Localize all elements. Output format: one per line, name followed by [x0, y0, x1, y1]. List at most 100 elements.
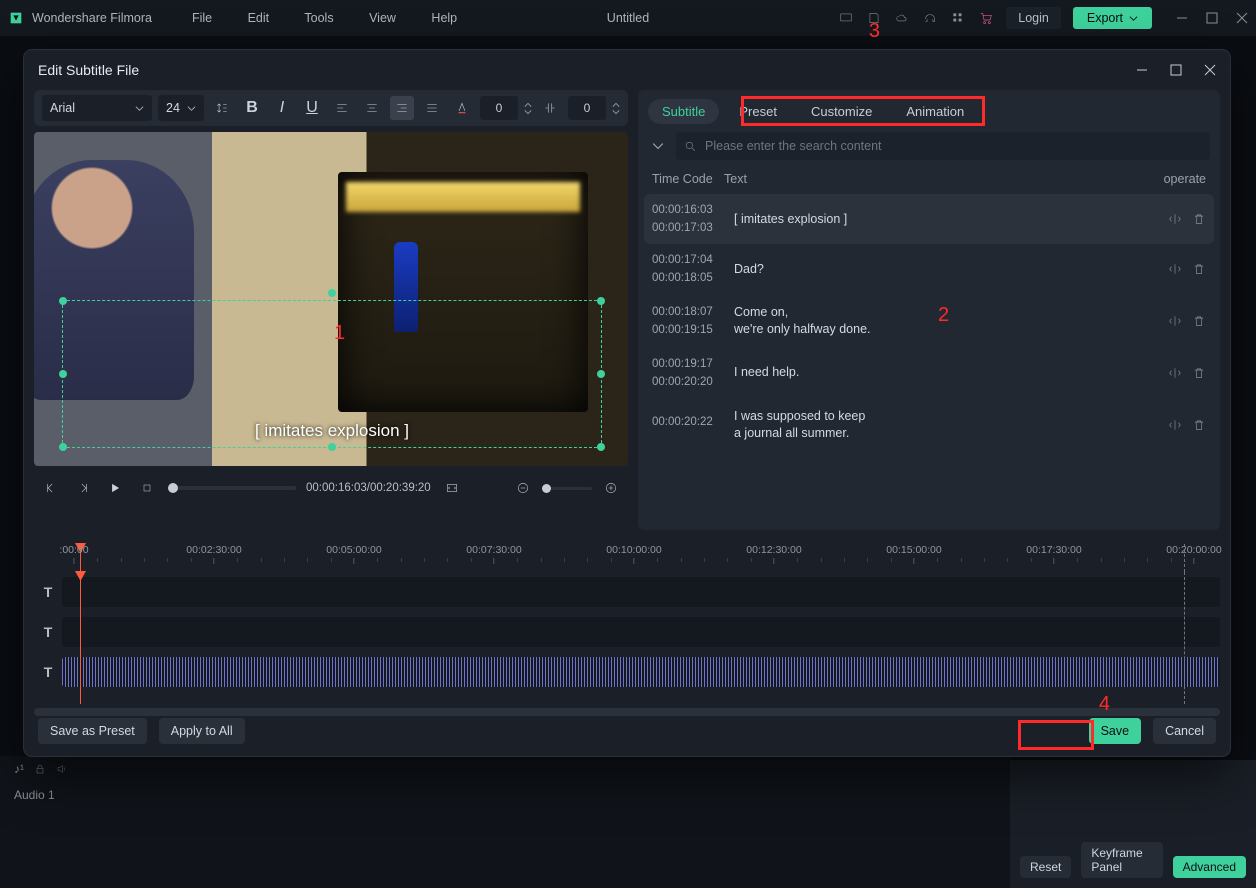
track-lane-3[interactable]	[62, 657, 1220, 687]
menu-file[interactable]: File	[192, 11, 212, 25]
ruler-tick: 00:17:30:00	[1026, 544, 1081, 564]
italic-button[interactable]: I	[270, 96, 294, 120]
char-spacing-value[interactable]: 0	[480, 96, 518, 120]
timeline-scrollbar[interactable]	[34, 708, 1220, 716]
delete-subtitle-icon[interactable]	[1192, 262, 1206, 276]
subtitle-list[interactable]: 2 00:00:16:0300:00:17:03[ imitates explo…	[638, 194, 1220, 530]
delete-subtitle-icon[interactable]	[1192, 366, 1206, 380]
reset-button[interactable]: Reset	[1020, 856, 1071, 878]
tab-customize[interactable]: Customize	[797, 99, 886, 124]
char-spacing-spinner[interactable]	[524, 102, 532, 115]
menu-view[interactable]: View	[369, 11, 396, 25]
timeline-ruler[interactable]: :00:0000:02:30:0000:05:00:0000:07:30:000…	[34, 544, 1220, 572]
app-menus: File Edit Tools View Help	[192, 11, 489, 25]
split-subtitle-icon[interactable]	[1168, 366, 1182, 380]
ruler-tick: 00:15:00:00	[886, 544, 941, 564]
video-preview[interactable]: 1 [ imitates explosion ]	[34, 132, 628, 466]
step-back-button[interactable]	[40, 477, 62, 499]
subtitle-selection-box[interactable]: [ imitates explosion ]	[62, 300, 602, 448]
align-right-button[interactable]	[390, 96, 414, 120]
advanced-button[interactable]: Advanced	[1173, 856, 1246, 878]
screen-icon[interactable]	[838, 10, 854, 26]
window-close-icon[interactable]	[1236, 12, 1248, 24]
subtitle-row[interactable]: 00:00:20:22I was supposed to keep a jour…	[644, 398, 1214, 452]
menu-tools[interactable]: Tools	[304, 11, 333, 25]
zoom-in-button[interactable]	[600, 477, 622, 499]
dialog-footer: Save as Preset Apply to All Save Cancel …	[24, 716, 1230, 756]
audio-music-icon: ♪¹	[14, 762, 24, 776]
annotation-3: 3	[869, 20, 880, 43]
keyframe-panel-button[interactable]: Keyframe Panel	[1081, 842, 1162, 878]
cart-icon[interactable]	[978, 10, 994, 26]
apply-to-all-button[interactable]: Apply to All	[159, 718, 245, 744]
track-lane-2[interactable]	[62, 617, 1220, 647]
bg-right-panel: Reset Keyframe Panel Advanced	[1010, 760, 1256, 888]
ruler-tick: 00:05:00:00	[326, 544, 381, 564]
window-minimize-icon[interactable]	[1176, 12, 1188, 24]
dialog-maximize-icon[interactable]	[1170, 64, 1182, 76]
export-button[interactable]: Export	[1073, 7, 1152, 29]
apps-icon[interactable]	[950, 10, 966, 26]
align-justify-button[interactable]	[420, 96, 444, 120]
play-button[interactable]	[104, 477, 126, 499]
split-subtitle-icon[interactable]	[1168, 212, 1182, 226]
lock-icon[interactable]	[34, 763, 46, 775]
align-center-button[interactable]	[360, 96, 384, 120]
speaker-icon[interactable]	[56, 763, 68, 775]
ruler-tick: 00:02:30:00	[186, 544, 241, 564]
menu-help[interactable]: Help	[431, 11, 457, 25]
subtitle-row[interactable]: 00:00:17:0400:00:18:05Dad?	[644, 244, 1214, 294]
line-spacing-value[interactable]: 0	[568, 96, 606, 120]
save-button[interactable]: Save	[1089, 718, 1142, 744]
menu-edit[interactable]: Edit	[248, 11, 270, 25]
cloud-icon[interactable]	[894, 10, 910, 26]
zoom-slider[interactable]	[542, 487, 592, 490]
char-width-icon[interactable]	[538, 96, 562, 120]
edit-subtitle-dialog: 3 Edit Subtitle File Arial 24 B I U	[24, 50, 1230, 756]
bg-timeline-area: ♪¹ Audio 1	[0, 756, 1010, 888]
track-text3-icon: T	[34, 664, 62, 680]
search-input[interactable]	[705, 139, 1202, 153]
cancel-button[interactable]: Cancel	[1153, 718, 1216, 744]
stop-button[interactable]	[136, 477, 158, 499]
delete-subtitle-icon[interactable]	[1192, 212, 1206, 226]
delete-subtitle-icon[interactable]	[1192, 418, 1206, 432]
subtitle-row[interactable]: 00:00:16:0300:00:17:03[ imitates explosi…	[644, 194, 1214, 244]
tab-animation[interactable]: Animation	[892, 99, 978, 124]
text-color-icon[interactable]	[450, 96, 474, 120]
zoom-out-button[interactable]	[512, 477, 534, 499]
split-subtitle-icon[interactable]	[1168, 418, 1182, 432]
tab-subtitle[interactable]: Subtitle	[648, 99, 719, 124]
audio-track-label: Audio 1	[14, 788, 55, 802]
line-height-icon[interactable]	[210, 96, 234, 120]
track-text2-icon: T	[34, 624, 62, 640]
subtitle-text: I need help.	[734, 364, 1168, 381]
line-spacing-spinner[interactable]	[612, 102, 620, 115]
dialog-minimize-icon[interactable]	[1136, 64, 1148, 76]
fit-screen-icon[interactable]	[441, 477, 463, 499]
font-select[interactable]: Arial	[42, 95, 152, 121]
seek-slider[interactable]	[168, 486, 296, 490]
underline-button[interactable]: U	[300, 96, 324, 120]
subtitle-list-header: Time Code Text operate	[638, 168, 1220, 194]
step-fwd-button[interactable]	[72, 477, 94, 499]
font-size-select[interactable]: 24	[158, 95, 204, 121]
search-field[interactable]	[676, 132, 1210, 160]
split-subtitle-icon[interactable]	[1168, 262, 1182, 276]
subtitle-row[interactable]: 00:00:19:1700:00:20:20I need help.	[644, 348, 1214, 398]
annotation-2: 2	[938, 304, 949, 327]
align-left-button[interactable]	[330, 96, 354, 120]
track-lane-1[interactable]	[62, 577, 1220, 607]
save-as-preset-button[interactable]: Save as Preset	[38, 718, 147, 744]
delete-subtitle-icon[interactable]	[1192, 314, 1206, 328]
subtitle-row[interactable]: 00:00:18:0700:00:19:15Come on, we're onl…	[644, 294, 1214, 348]
bold-button[interactable]: B	[240, 96, 264, 120]
split-subtitle-icon[interactable]	[1168, 314, 1182, 328]
collapse-icon[interactable]	[648, 136, 668, 156]
window-maximize-icon[interactable]	[1206, 12, 1218, 24]
tab-preset[interactable]: Preset	[725, 99, 791, 124]
headphone-icon[interactable]	[922, 10, 938, 26]
dialog-close-icon[interactable]	[1204, 64, 1216, 76]
login-button[interactable]: Login	[1006, 7, 1061, 29]
ruler-tick: 00:10:00:00	[606, 544, 661, 564]
